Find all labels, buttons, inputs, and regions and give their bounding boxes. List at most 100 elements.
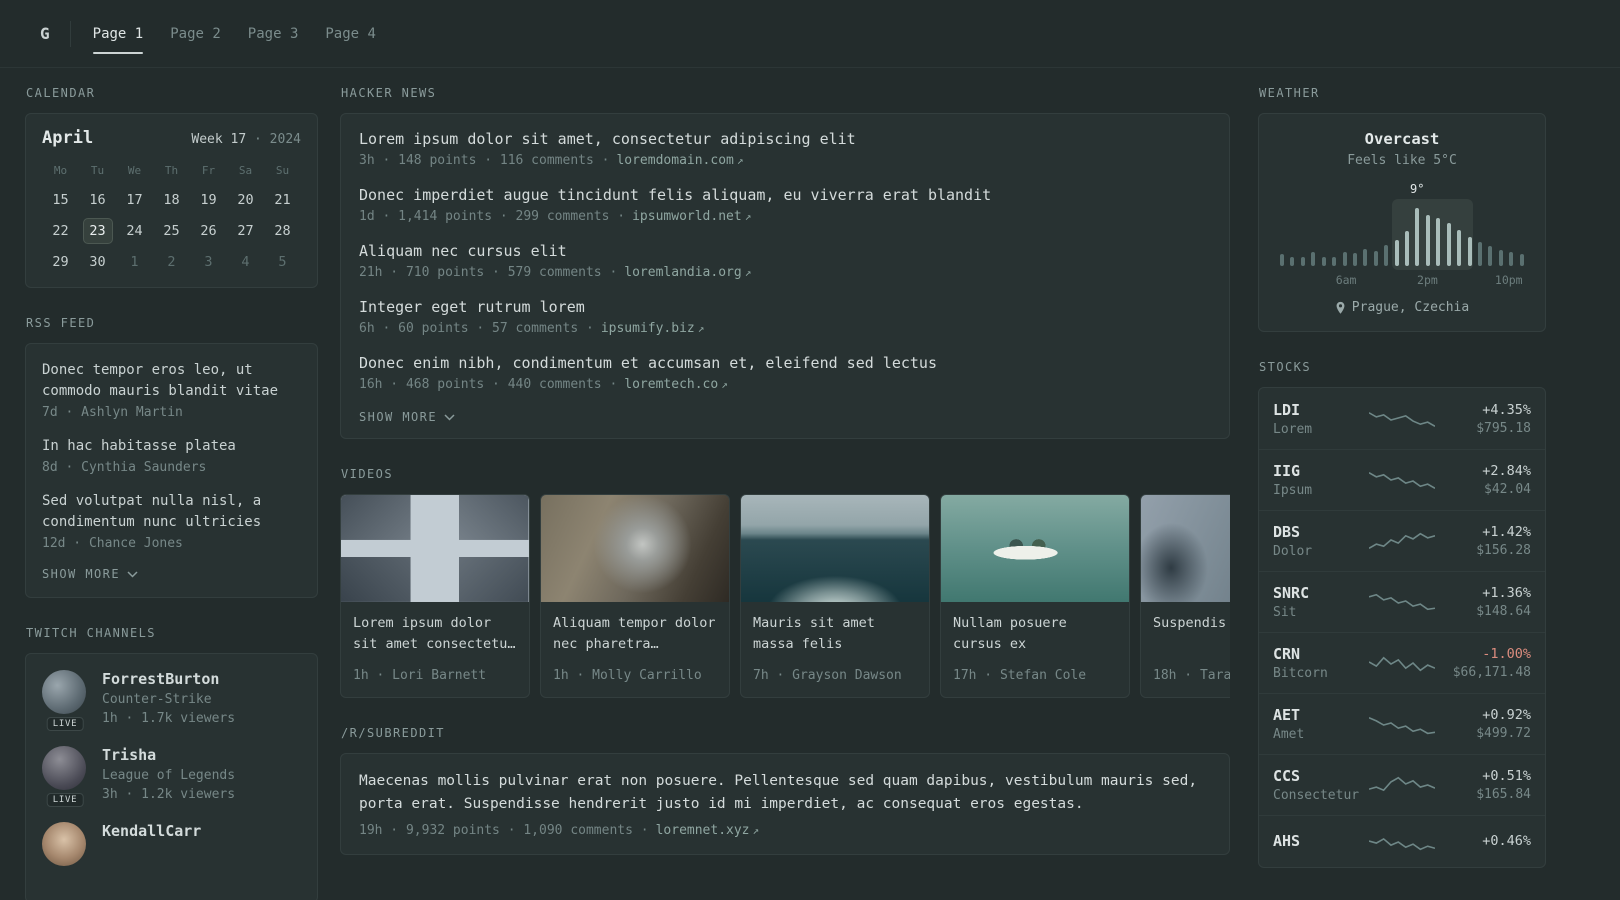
twitch-channel-row[interactable]: LIVE Trisha League of Legends 3h · 1.2k … [42, 746, 301, 807]
weather-bar [1363, 248, 1368, 266]
weather-bar [1519, 254, 1524, 266]
hn-meta-text: 1d · 1,414 points · 299 comments · [359, 209, 626, 224]
video-title[interactable]: Nullam posuere cursus ex [953, 613, 1117, 655]
twitch-widget: TWITCH CHANNELS LIVE ForrestBurton Count… [25, 626, 318, 900]
stock-row[interactable]: DBS Dolor +1.42% $156.28 [1259, 510, 1545, 571]
sparkline-path [1369, 595, 1435, 610]
hn-item-title[interactable]: Aliquam nec cursus elit [359, 242, 1211, 260]
stock-row[interactable]: AHS +0.46% [1259, 815, 1545, 866]
rss-item-title[interactable]: Donec tempor eros leo, ut commodo mauris… [42, 360, 301, 402]
hn-domain-link[interactable]: loremtech.co ↗ [624, 377, 728, 392]
channel-name[interactable]: ForrestBurton [102, 670, 235, 688]
calendar-day: 27 [237, 222, 254, 239]
section-title-subreddit: /R/SUBREDDIT [341, 726, 445, 740]
show-more-label: SHOW MORE [42, 567, 120, 581]
stock-sparkline [1369, 772, 1435, 798]
twitch-card: LIVE ForrestBurton Counter-Strike 1h · 1… [25, 653, 318, 900]
hn-item-title[interactable]: Lorem ipsum dolor sit amet, consectetur … [359, 130, 1211, 148]
weather-bar [1446, 223, 1451, 266]
stock-values: -1.00% $66,171.48 [1443, 646, 1531, 680]
reddit-post-title[interactable]: Maecenas mollis pulvinar erat non posuer… [359, 770, 1211, 816]
channel-name[interactable]: Trisha [102, 746, 235, 764]
external-link-icon: ↗ [721, 378, 728, 391]
avatar-wrap [42, 822, 88, 866]
weather-bar [1384, 245, 1389, 266]
stocks-card: LDI Lorem +4.35% $795.18 IIG Ipsum +2.84… [1258, 387, 1546, 868]
hn-meta-text: 3h · 148 points · 116 comments · [359, 153, 610, 168]
stock-symbol: AET [1273, 706, 1301, 724]
video-card[interactable]: Aliquam tempor dolor nec pharetra… 1h · … [540, 494, 730, 698]
stock-sparkline [1369, 528, 1435, 554]
rss-item-title[interactable]: In hac habitasse platea [42, 436, 301, 457]
stock-name: Amet [1273, 727, 1305, 742]
weekday-label: Fr [201, 164, 216, 177]
show-more-button[interactable]: SHOW MORE [42, 567, 301, 581]
stock-row[interactable]: IIG Ipsum +2.84% $42.04 [1259, 449, 1545, 510]
channel-info: ForrestBurton Counter-Strike 1h · 1.7k v… [102, 670, 235, 726]
stock-values: +0.92% $499.72 [1443, 707, 1531, 741]
video-card[interactable]: Suspendis diam 18h · Tara [1140, 494, 1230, 698]
hn-item-title[interactable]: Donec enim nibh, condimentum et accumsan… [359, 354, 1211, 372]
stock-row[interactable]: CCS Consectetur +0.51% $165.84 [1259, 754, 1545, 815]
video-meta: 17h · Stefan Cole [953, 668, 1087, 683]
stock-change: +4.35% [1482, 402, 1531, 418]
calendar-day: 20 [237, 191, 254, 208]
stock-row[interactable]: CRN Bitcorn -1.00% $66,171.48 [1259, 632, 1545, 693]
video-thumbnail[interactable] [741, 495, 929, 602]
channel-viewers: 3h · 1.2k viewers [102, 787, 236, 802]
video-title[interactable]: Suspendis diam [1153, 613, 1230, 655]
video-card[interactable]: Nullam posuere cursus ex 17h · Stefan Co… [940, 494, 1130, 698]
channel-viewers: 1h · 1.7k viewers [102, 711, 236, 726]
hn-domain-link[interactable]: loremdomain.com ↗ [616, 153, 743, 168]
channel-name[interactable]: KendallCarr [102, 822, 201, 840]
external-link-icon: ↗ [697, 322, 705, 335]
hn-domain: loremdomain.com [616, 153, 734, 168]
show-more-button[interactable]: SHOW MORE [359, 410, 1211, 424]
video-thumbnail[interactable] [541, 495, 729, 602]
hn-item: Aliquam nec cursus elit 21h · 710 points… [359, 242, 1211, 280]
video-title[interactable]: Mauris sit amet massa felis [753, 613, 917, 655]
dashboard: CALENDAR April Week 17 · 2024 Mo Tu We Th Fr… [0, 68, 1620, 900]
weather-bar [1290, 256, 1295, 266]
video-thumbnail[interactable] [941, 495, 1129, 602]
hn-domain-link[interactable]: ipsumify.biz ↗ [601, 321, 705, 336]
video-title[interactable]: Aliquam tempor dolor nec pharetra… [553, 613, 717, 655]
hn-item-title[interactable]: Integer eget rutrum lorem [359, 298, 1211, 316]
hn-domain-link[interactable]: loremlandia.org ↗ [624, 265, 751, 280]
rss-item-title[interactable]: Sed volutpat nulla nisl, a condimentum n… [42, 491, 301, 533]
external-link-icon: ↗ [744, 210, 752, 223]
stock-values: +1.36% $148.64 [1443, 585, 1531, 619]
video-title[interactable]: Lorem ipsum dolor sit amet consectetu… [353, 613, 517, 655]
video-thumbnail[interactable] [1141, 495, 1230, 602]
tab-page-3[interactable]: Page 3 [248, 20, 299, 48]
video-card[interactable]: Mauris sit amet massa felis 7h · Grayson… [740, 494, 930, 698]
tab-page-1[interactable]: Page 1 [92, 20, 143, 54]
tab-page-4[interactable]: Page 4 [325, 20, 376, 48]
twitch-channel-row[interactable]: LIVE ForrestBurton Counter-Strike 1h · 1… [42, 670, 301, 731]
weekday-label: We [127, 164, 142, 177]
stock-symbol: CRN [1273, 645, 1301, 663]
stock-row[interactable]: LDI Lorem +4.35% $795.18 [1259, 389, 1545, 449]
reddit-domain-link[interactable]: loremnet.xyz ↗ [656, 823, 760, 838]
calendar-day: 29 [52, 253, 69, 270]
twitch-channel-row[interactable]: KendallCarr [42, 822, 301, 866]
hn-domain-link[interactable]: ipsumworld.net ↗ [632, 209, 751, 224]
stock-change: +1.42% [1482, 524, 1531, 540]
stock-row[interactable]: AET Amet +0.92% $499.72 [1259, 693, 1545, 754]
time-label: 10pm [1494, 273, 1523, 287]
stock-row[interactable]: SNRC Sit +1.36% $148.64 [1259, 571, 1545, 632]
stock-change: +2.84% [1482, 463, 1531, 479]
reddit-meta-text: 19h · 9,932 points · 1,090 comments · [359, 823, 649, 838]
video-card[interactable]: Lorem ipsum dolor sit amet consectetu… 1… [340, 494, 530, 698]
weekday-label: Th [164, 164, 179, 177]
hn-domain: ipsumify.biz [600, 321, 695, 336]
hn-item: Donec enim nibh, condimentum et accumsan… [359, 354, 1211, 392]
hn-item-title[interactable]: Donec imperdiet augue tincidunt felis al… [359, 186, 1211, 204]
video-thumbnail[interactable] [341, 495, 529, 602]
tab-page-2[interactable]: Page 2 [170, 20, 221, 48]
weather-bar [1352, 253, 1357, 266]
weather-bar [1425, 214, 1430, 266]
subreddit-widget: /R/SUBREDDIT Maecenas mollis pulvinar er… [340, 726, 1230, 855]
weather-time-labels: 6am 2pm 10pm [1280, 273, 1524, 287]
stock-id: IIG Ipsum [1273, 462, 1361, 498]
